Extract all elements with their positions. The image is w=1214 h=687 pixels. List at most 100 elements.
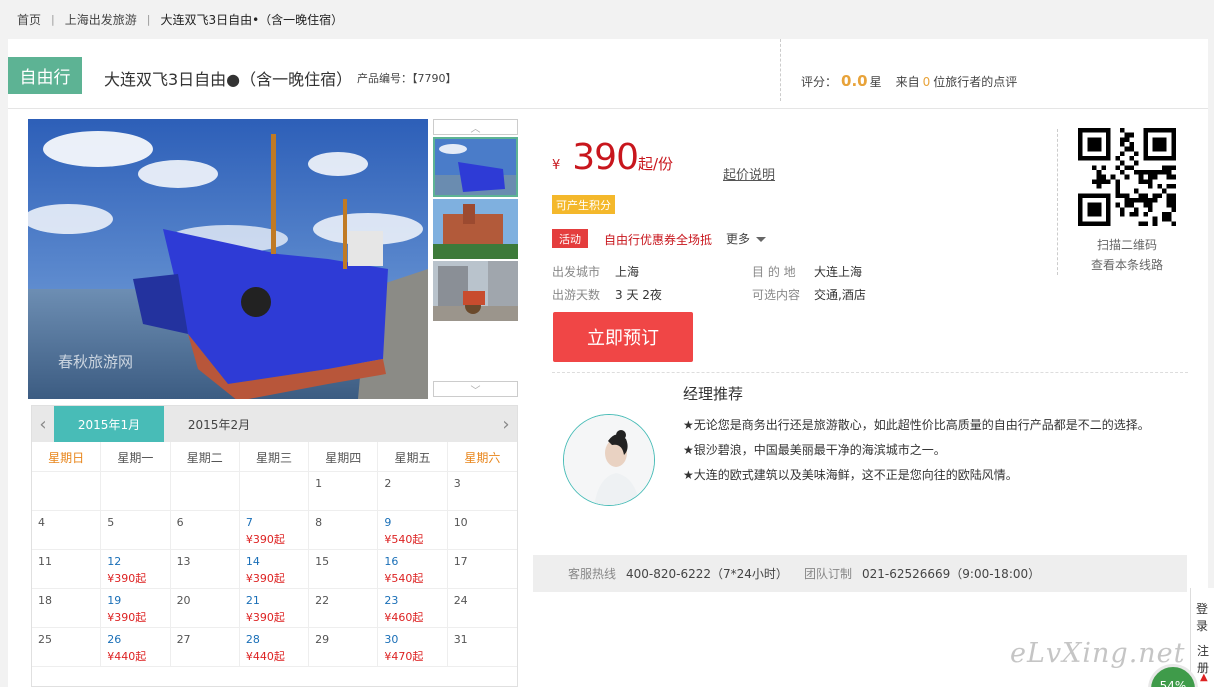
- calendar-day-cell: 20: [171, 589, 240, 627]
- calendar-day-number: 9: [384, 516, 392, 529]
- calendar-day-cell: 17: [448, 550, 517, 588]
- activity-link[interactable]: 自由行优惠券全场抵: [604, 231, 712, 248]
- calendar-day-number: 29: [315, 633, 330, 646]
- thumb-down-arrow-icon[interactable]: ﹀: [433, 381, 518, 397]
- product-panel: 自由行 大连双飞3日自由●（含一晚住宿） 产品编号：【7790】 评分： 0.0…: [8, 39, 1208, 687]
- review-count[interactable]: 0: [923, 75, 931, 89]
- breadcrumb-current: 大连双飞3日自由•（含一晚住宿）: [160, 12, 344, 27]
- calendar-day-cell: 31: [448, 628, 517, 666]
- calendar-day-cell: 18: [32, 589, 102, 627]
- weekday-wed: 星期三: [240, 442, 310, 472]
- breadcrumb-home[interactable]: 首页: [17, 11, 41, 28]
- destination-label: 目 的 地: [752, 265, 796, 279]
- calendar-day-cell[interactable]: 12 ¥390起: [101, 550, 171, 588]
- product-title: 大连双飞3日自由●（含一晚住宿）: [104, 70, 353, 89]
- departure-value: 上海: [615, 265, 640, 279]
- currency-symbol: ¥: [552, 158, 561, 173]
- calendar-day-cell[interactable]: 28 ¥440起: [240, 628, 310, 666]
- days-value: 3 天 2夜: [615, 288, 662, 302]
- calendar-day-price: ¥470起: [384, 650, 424, 663]
- calendar-day-cell: 2: [378, 472, 448, 510]
- calendar-day-cell: 3: [448, 472, 517, 510]
- calendar-day-cell[interactable]: 30 ¥470起: [378, 628, 448, 666]
- more-label: 更多: [726, 232, 751, 246]
- qr-caption-2: 查看本条线路: [1091, 258, 1164, 272]
- calendar-day-cell: 11: [32, 550, 102, 588]
- calendar-day-number: 18: [38, 594, 52, 607]
- manager-avatar: [563, 414, 655, 506]
- price-calendar: ‹ 2015年1月 2015年2月 › 星期日 星期一 星期二 星期三 星期四 …: [31, 405, 518, 687]
- thumb-up-arrow-icon[interactable]: ︿: [433, 119, 518, 135]
- site-watermark: eLvXing.net: [1010, 638, 1186, 669]
- calendar-next-icon[interactable]: ›: [495, 406, 517, 442]
- thumbnail-1[interactable]: [433, 137, 518, 197]
- calendar-day-price: ¥540起: [384, 533, 424, 546]
- calendar-day-number: 7: [245, 516, 253, 529]
- qr-code: [1078, 128, 1176, 226]
- section-divider: [552, 372, 1188, 373]
- calendar-day-cell: 6: [171, 511, 240, 549]
- calendar-day-cell[interactable]: 16 ¥540起: [378, 550, 448, 588]
- calendar-day-number: 4: [38, 516, 45, 529]
- weekday-thu: 星期四: [309, 442, 379, 472]
- calendar-day-number: 14: [245, 555, 260, 568]
- product-title-bar: 自由行 大连双飞3日自由●（含一晚住宿） 产品编号：【7790】 评分： 0.0…: [8, 39, 1208, 109]
- calendar-day-cell: 13: [171, 550, 240, 588]
- calendar-day-cell[interactable]: 7 ¥390起: [240, 511, 310, 549]
- thumbnail-3[interactable]: [433, 261, 518, 321]
- side-login-link[interactable]: 登录: [1196, 600, 1214, 634]
- weekday-fri: 星期五: [378, 442, 448, 472]
- calendar-month-tab-1[interactable]: 2015年1月: [54, 406, 164, 442]
- options-label: 可选内容: [752, 288, 801, 302]
- calendar-day-cell: 25: [32, 628, 102, 666]
- calendar-day-cell[interactable]: 26 ¥440起: [101, 628, 171, 666]
- calendar-day-number: 1: [315, 477, 323, 490]
- calendar-day-price: ¥390起: [107, 611, 147, 624]
- calendar-weekday-row: 星期日 星期一 星期二 星期三 星期四 星期五 星期六: [32, 442, 517, 472]
- calendar-day-cell[interactable]: 21 ¥390起: [240, 589, 310, 627]
- breadcrumb-category[interactable]: 上海出发旅游: [65, 11, 137, 28]
- calendar-day-cell[interactable]: 19 ¥390起: [101, 589, 171, 627]
- manager-point-1: ★无论您是商务出行还是旅游散心，如此超性价比高质量的自由行产品都是不二的选择。: [683, 418, 1150, 432]
- departure-label: 出发城市: [552, 265, 601, 279]
- calendar-week-row: 18 19 ¥390起 20 21 ¥390起 22 23 ¥460起 24: [32, 589, 517, 628]
- calendar-day-cell: 10: [448, 511, 517, 549]
- calendar-grid: 星期日 星期一 星期二 星期三 星期四 星期五 星期六 1 2 3 4 5 6 7 ¥390起…: [32, 442, 517, 667]
- calendar-day-price: ¥390起: [245, 611, 285, 624]
- calendar-prev-icon[interactable]: ‹: [32, 406, 54, 442]
- price-note-link[interactable]: 起价说明: [723, 164, 775, 183]
- ship-photo: 春秋旅游网: [28, 119, 428, 399]
- calendar-day-price: ¥540起: [384, 572, 424, 585]
- qr-code-icon: [1078, 128, 1176, 226]
- calendar-day-number: 20: [176, 594, 191, 607]
- calendar-day-number: 12: [107, 555, 122, 568]
- title-divider: [780, 39, 781, 101]
- price-unit: 起/份: [638, 155, 674, 173]
- arrow-up-icon[interactable]: ▲: [1200, 672, 1208, 683]
- calendar-day-price: ¥390起: [107, 572, 147, 585]
- rating-score: 0.0: [841, 72, 868, 90]
- rating-from: 来自: [895, 75, 920, 89]
- side-register-link[interactable]: 注册: [1197, 642, 1214, 676]
- weekday-sun: 星期日: [32, 442, 102, 472]
- thumbnail-2[interactable]: [433, 199, 518, 259]
- calendar-day-number: 8: [315, 516, 323, 529]
- calendar-day-number: 15: [315, 555, 330, 568]
- manager-title: 经理推荐: [683, 385, 744, 403]
- calendar-day-cell[interactable]: 9 ¥540起: [378, 511, 448, 549]
- calendar-week-row: 11 12 ¥390起 13 14 ¥390起 15 16 ¥540起 17: [32, 550, 517, 589]
- more-activities-dropdown[interactable]: 更多: [726, 230, 767, 247]
- calendar-body: 1 2 3 4 5 6 7 ¥390起 8 9 ¥540起 10 11 12 ¥390起 13 14 ¥390起 1…: [32, 472, 517, 667]
- calendar-day-number: 25: [38, 633, 52, 646]
- calendar-day-number: 26: [107, 633, 122, 646]
- calendar-month-tab-2[interactable]: 2015年2月: [164, 406, 274, 442]
- calendar-day-cell: 27: [171, 628, 240, 666]
- calendar-day-cell[interactable]: 14 ¥390起: [240, 550, 310, 588]
- book-now-button[interactable]: 立即预订: [553, 312, 693, 362]
- calendar-day-number: 19: [107, 594, 122, 607]
- calendar-day-cell: 15: [309, 550, 379, 588]
- calendar-day-cell[interactable]: 23 ¥460起: [378, 589, 448, 627]
- calendar-header: ‹ 2015年1月 2015年2月 ›: [32, 406, 517, 442]
- main-product-image[interactable]: 春秋旅游网: [28, 119, 428, 399]
- activity-badge: 活动: [552, 229, 588, 248]
